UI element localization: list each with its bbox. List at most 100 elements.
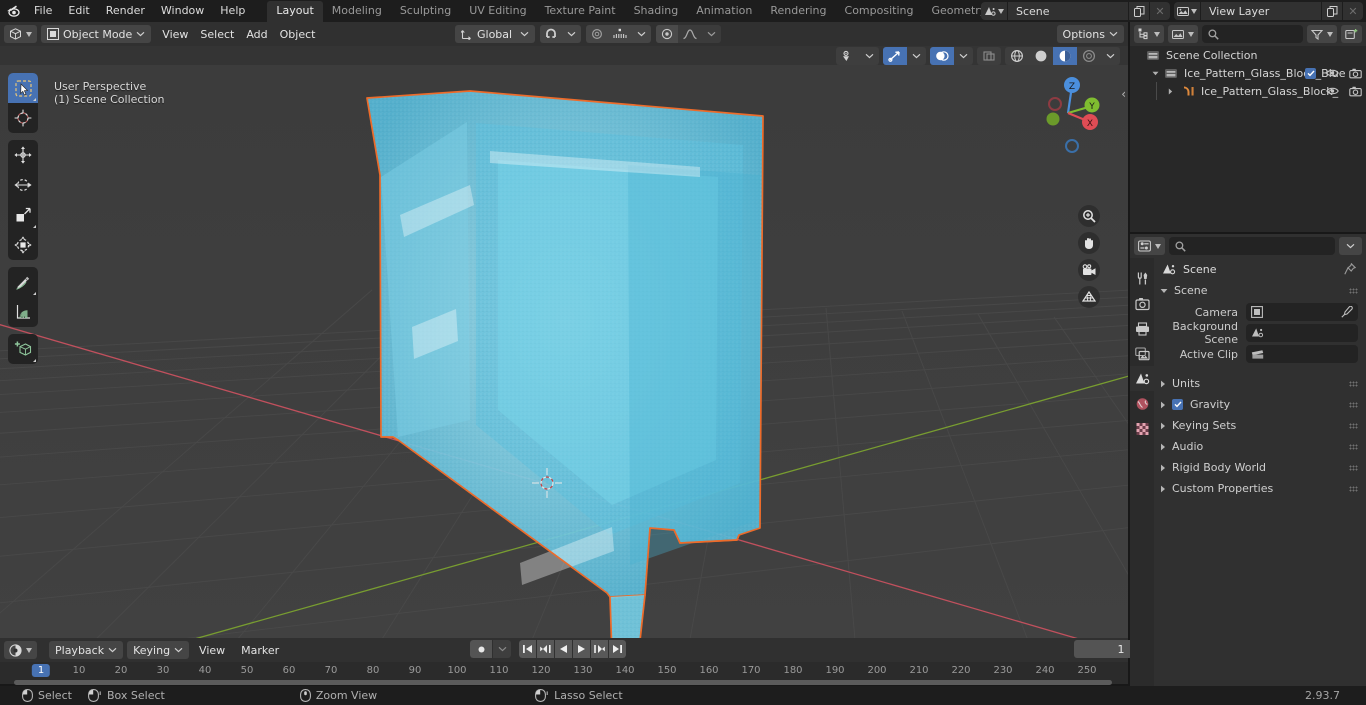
proportional-falloff-toggle-icon[interactable] xyxy=(656,25,678,43)
proportional-edit-icon[interactable] xyxy=(586,25,608,43)
properties-search-input[interactable] xyxy=(1169,237,1335,255)
camera-render-icon[interactable] xyxy=(1349,86,1362,97)
gizmo-chevron-icon[interactable] xyxy=(907,47,926,65)
unlink-scene-icon[interactable]: ✕ xyxy=(1150,2,1170,20)
camera-icon[interactable] xyxy=(1078,259,1100,281)
copy-icon[interactable] xyxy=(1322,2,1342,20)
xray-icon[interactable] xyxy=(977,47,1001,65)
gizmo-icon[interactable] xyxy=(883,46,907,65)
navigation-gizmo[interactable]: Z Y X xyxy=(1028,73,1108,153)
timeline-menu-marker[interactable]: Marker xyxy=(235,641,285,659)
playhead[interactable]: 1 xyxy=(31,664,51,677)
panel-grip[interactable] xyxy=(1349,402,1358,408)
gravity-checkbox[interactable] xyxy=(1172,399,1183,410)
panel-header-custom-properties[interactable]: Custom Properties xyxy=(1154,478,1366,499)
collection-checkbox[interactable] xyxy=(1305,67,1316,79)
show-gizmo-icon[interactable] xyxy=(836,47,860,65)
object-visibility-controls[interactable] xyxy=(836,46,879,65)
timeline-editor-icon[interactable] xyxy=(4,641,37,659)
xray-toggle[interactable] xyxy=(977,46,1001,65)
timeline-menu-view[interactable]: View xyxy=(193,641,231,659)
grid-ortho-icon[interactable] xyxy=(1078,286,1100,308)
snap-controls[interactable] xyxy=(540,25,581,43)
transform-orientation-selector[interactable]: Global xyxy=(455,25,535,43)
properties-options-chevron-icon[interactable] xyxy=(1339,237,1362,255)
expander-right-icon[interactable] xyxy=(1168,88,1173,95)
properties-tab-world[interactable] xyxy=(1130,391,1154,416)
magnet-icon[interactable] xyxy=(540,25,562,43)
keying-menu[interactable]: Keying xyxy=(127,641,190,659)
outliner-row-mesh-object[interactable]: Ice_Pattern_Glass_Block_ xyxy=(1130,82,1366,100)
gizmo-controls[interactable] xyxy=(883,46,926,65)
move-tool[interactable] xyxy=(8,140,38,170)
viewlayer-selector[interactable]: View Layer ✕ xyxy=(1174,2,1363,20)
transform-tool[interactable] xyxy=(8,230,38,260)
overlays-icon[interactable] xyxy=(930,46,954,65)
playback-menu[interactable]: Playback xyxy=(49,641,124,659)
properties-tab-tool[interactable] xyxy=(1130,266,1154,291)
timeline-scrollbar[interactable] xyxy=(0,679,1128,685)
properties-tab-render[interactable] xyxy=(1130,291,1154,316)
panel-header-audio[interactable]: Audio xyxy=(1154,436,1366,457)
outliner-display-icon[interactable] xyxy=(1134,25,1164,43)
proportional-chevron-icon[interactable] xyxy=(632,25,651,43)
tab-modeling[interactable]: Modeling xyxy=(323,1,391,22)
prev-keyframe-icon[interactable] xyxy=(537,640,554,658)
viewport-menu-select[interactable]: Select xyxy=(194,25,240,43)
proportional-size-icon[interactable] xyxy=(608,25,632,43)
visibility-chevron-icon[interactable] xyxy=(860,47,879,65)
measure-tool[interactable] xyxy=(8,297,38,327)
eye-icon[interactable] xyxy=(1326,86,1339,96)
panel-header-scene[interactable]: Scene xyxy=(1154,280,1366,301)
timeline-scrollbar-thumb[interactable] xyxy=(14,680,1112,685)
properties-tab-viewlayer[interactable] xyxy=(1130,341,1154,366)
shading-rendered-icon[interactable] xyxy=(1077,47,1101,65)
overlays-controls[interactable] xyxy=(930,46,973,65)
blender-logo-icon[interactable] xyxy=(0,0,26,22)
scene-icon[interactable] xyxy=(981,2,1007,20)
panel-header-gravity[interactable]: Gravity xyxy=(1154,394,1366,415)
viewport-menu-view[interactable]: View xyxy=(156,25,194,43)
shading-solid-icon[interactable] xyxy=(1029,47,1053,65)
unlink-viewlayer-icon[interactable]: ✕ xyxy=(1343,2,1363,20)
camera-render-icon[interactable] xyxy=(1349,68,1362,79)
tab-uv-editing[interactable]: UV Editing xyxy=(460,1,535,22)
expander-down-icon[interactable] xyxy=(1152,71,1159,76)
shading-material-preview-icon[interactable] xyxy=(1053,46,1077,65)
options-button[interactable]: Options xyxy=(1056,25,1124,43)
shading-modes[interactable] xyxy=(1005,46,1120,65)
sidebar-collapse-arrow-icon[interactable]: ‹ xyxy=(1121,87,1126,101)
background-scene-input[interactable] xyxy=(1246,324,1358,342)
hand-icon[interactable] xyxy=(1078,232,1100,254)
eyedropper-icon[interactable] xyxy=(1341,306,1353,318)
next-keyframe-icon[interactable] xyxy=(591,640,608,658)
tab-shading[interactable]: Shading xyxy=(625,1,688,22)
viewlayer-icon[interactable] xyxy=(1174,2,1200,20)
panel-grip[interactable] xyxy=(1349,486,1358,492)
shading-chevron-icon[interactable] xyxy=(1101,47,1120,65)
outliner-tree[interactable]: Scene Collection Ice_Pattern_Glass_Block… xyxy=(1130,46,1366,232)
outliner-row-scene-collection[interactable]: Scene Collection xyxy=(1130,46,1366,64)
jump-end-icon[interactable] xyxy=(609,640,626,658)
play-icon[interactable] xyxy=(573,640,590,658)
add-cube-tool[interactable] xyxy=(8,334,38,364)
properties-tab-texture[interactable] xyxy=(1130,416,1154,441)
tab-sculpting[interactable]: Sculpting xyxy=(391,1,460,22)
mode-selector[interactable]: Object Mode xyxy=(41,25,152,43)
eye-icon[interactable] xyxy=(1326,68,1339,78)
menu-edit[interactable]: Edit xyxy=(60,2,97,20)
tab-animation[interactable]: Animation xyxy=(687,1,761,22)
falloff-curve-icon[interactable] xyxy=(678,25,702,43)
pin-icon[interactable] xyxy=(1344,263,1356,275)
cursor-tool[interactable] xyxy=(8,103,38,133)
shading-wireframe-icon[interactable] xyxy=(1005,47,1029,65)
falloff-chevron-icon[interactable] xyxy=(702,25,721,43)
tweak-select-tool[interactable] xyxy=(8,73,38,103)
viewlayer-name-value[interactable]: View Layer xyxy=(1201,2,1321,20)
proportional-editing-controls[interactable] xyxy=(586,25,651,43)
editor-type-3dview-icon[interactable] xyxy=(4,25,37,43)
tab-layout[interactable]: Layout xyxy=(267,0,323,22)
auto-keying-chevron-icon[interactable] xyxy=(493,640,511,658)
panel-header-rigid-body-world[interactable]: Rigid Body World xyxy=(1154,457,1366,478)
tab-texture-paint[interactable]: Texture Paint xyxy=(536,1,625,22)
